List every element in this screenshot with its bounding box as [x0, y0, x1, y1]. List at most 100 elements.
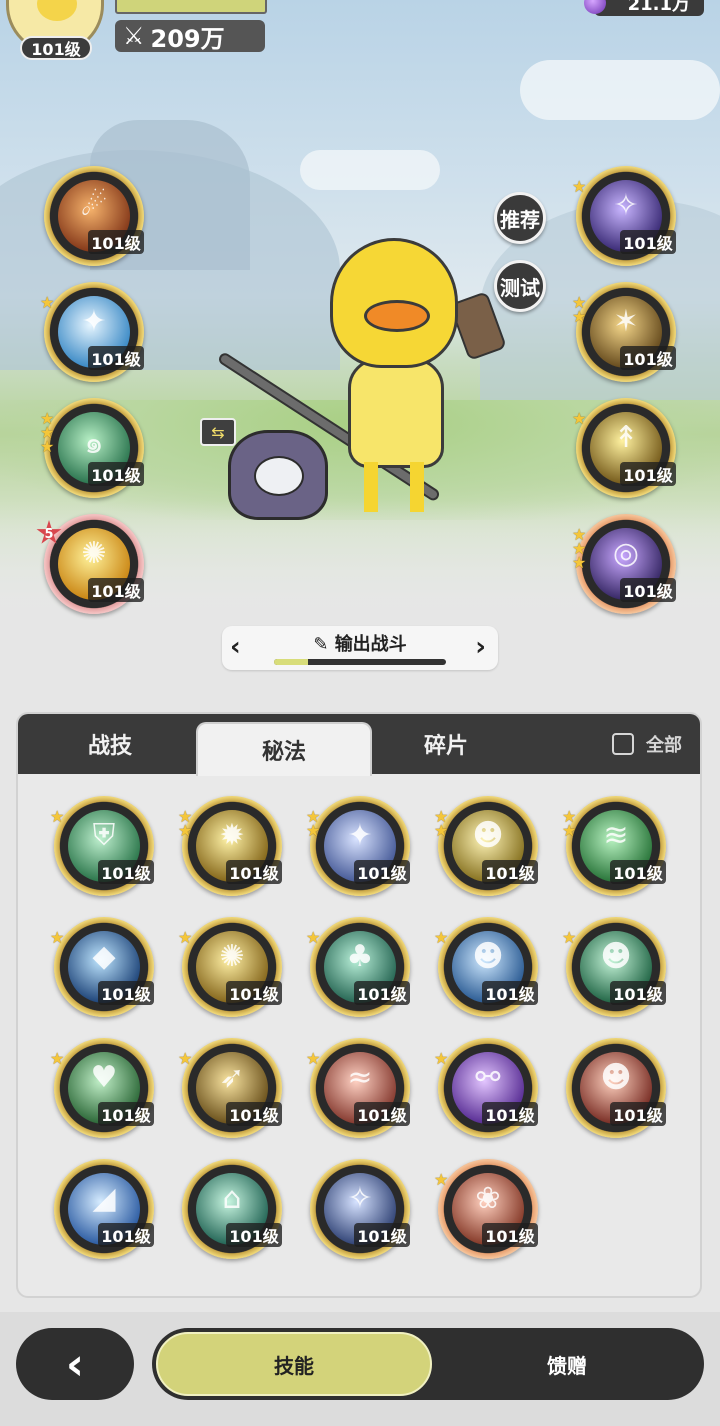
star-icon: ★: [178, 1049, 193, 1068]
skill-orb[interactable]: ♥ ★ 101级: [50, 1038, 154, 1138]
star-rating: ★: [50, 1051, 70, 1067]
star-rating: ★ ★: [562, 809, 582, 839]
star-rating: ★: [306, 1051, 326, 1067]
skill-orb[interactable]: ⛨ ★ 101级: [50, 796, 154, 896]
star-rating: ★: [306, 930, 326, 946]
skill-orb[interactable]: ⚯ ★ 101级: [434, 1038, 538, 1138]
star-icon: ★: [572, 177, 587, 196]
skill-orb[interactable]: ✺ 5 101级: [36, 514, 144, 614]
skill-orb[interactable]: ◎ ★ ★ ★ 101级: [572, 514, 676, 614]
star-rating: ★ ★: [178, 809, 198, 839]
skill-orb[interactable]: ◢ 101级: [54, 1159, 154, 1259]
skill-level: 101级: [98, 1223, 154, 1247]
skill-glyph-icon: ✺: [81, 536, 107, 571]
skill-orb[interactable]: ❀ ★ 101级: [434, 1159, 538, 1259]
skill-orb[interactable]: ✦ ★ ★ 101级: [306, 796, 410, 896]
back-button[interactable]: ‹: [16, 1328, 134, 1400]
main-character[interactable]: [330, 238, 460, 528]
character-legs: [364, 462, 424, 512]
skill-level: 101级: [620, 346, 676, 370]
skill-level: 101级: [610, 1102, 666, 1126]
skill-orb[interactable]: ♣ ★ 101级: [306, 917, 410, 1017]
star-rating: ★ ★ ★: [40, 411, 60, 455]
gifts-tab-button[interactable]: 馈赠: [452, 1328, 682, 1400]
skill-level: 101级: [226, 981, 282, 1005]
skill-glyph-icon: ◢: [92, 1181, 116, 1216]
tab-arcana[interactable]: 秘法: [196, 722, 372, 776]
star-rating: ★: [50, 807, 70, 826]
skill-orb[interactable]: ≋ ★ ★ 101级: [562, 796, 666, 896]
skill-level: 101级: [354, 1223, 410, 1247]
skill-orb[interactable]: ✹ ★ ★ 101级: [178, 796, 282, 896]
recommend-button[interactable]: 推荐: [494, 192, 546, 244]
bottom-bar: ‹ 技能 馈赠: [0, 1312, 720, 1426]
background-cloud: [520, 60, 720, 120]
skill-level: 101级: [98, 860, 154, 884]
chevron-left-icon: ‹: [65, 1338, 85, 1390]
star-rating: ★ ★ ★: [572, 527, 592, 571]
currency-counter[interactable]: 21.1万: [584, 0, 704, 16]
exp-bar: [115, 0, 267, 14]
tab-fragments[interactable]: 碎片: [358, 714, 534, 774]
skill-orb[interactable]: ✧ 101级: [310, 1159, 410, 1259]
star-icon: ★: [50, 928, 65, 947]
skill-level: 101级: [620, 230, 676, 254]
skills-tab-button[interactable]: 技能: [156, 1332, 432, 1396]
preset-label[interactable]: ✎ 输出战斗: [222, 630, 498, 656]
star-icon: ★: [306, 821, 321, 840]
star-rating: ★: [178, 1049, 198, 1068]
select-all-label: 全部: [646, 735, 682, 756]
star-rating: ★ ★: [434, 809, 454, 840]
skill-orb[interactable]: ↟ ★ 101级: [572, 398, 676, 498]
skill-orb[interactable]: ✺ ★ 101级: [178, 917, 282, 1017]
skill-orb[interactable]: ☻ 101级: [566, 1038, 666, 1138]
skill-orb[interactable]: ◆ ★ 101级: [50, 917, 154, 1017]
tab-combat-skills[interactable]: 战技: [22, 714, 198, 774]
character-body: [348, 358, 444, 468]
player-level: 101级: [20, 36, 92, 60]
star-icon: ★: [434, 1049, 449, 1068]
skill-orb[interactable]: ✦ ★ 101级: [40, 282, 144, 382]
preset-selector: ‹ › ✎ 输出战斗: [222, 626, 498, 670]
preset-name: 输出战斗: [334, 634, 407, 655]
skill-orb[interactable]: ☄ 101级: [44, 166, 144, 266]
pet-character[interactable]: [228, 420, 328, 530]
gem-icon: [584, 0, 606, 14]
skill-orb[interactable]: ☻ ★ 101级: [434, 917, 538, 1017]
swords-icon: ⚔: [123, 22, 145, 50]
skill-level: 101级: [226, 860, 282, 884]
select-all[interactable]: 全部: [612, 714, 682, 774]
star-rating: ★: [572, 409, 592, 428]
skill-level: 101级: [354, 981, 410, 1005]
test-button[interactable]: 测试: [494, 260, 546, 312]
skill-level: 101级: [610, 981, 666, 1005]
skill-orb[interactable]: ≈ ★ 101级: [306, 1038, 410, 1138]
skill-level: 101级: [88, 346, 144, 370]
skill-orb[interactable]: ✶ ★ ★ 101级: [572, 282, 676, 382]
star-icon: ★: [50, 807, 65, 826]
combat-power-value: 209万: [150, 24, 225, 53]
skill-orb[interactable]: ✧ ★ 101级: [572, 166, 676, 266]
skill-orb[interactable]: ๑ ★ ★ ★ 101级: [40, 398, 144, 498]
select-all-checkbox[interactable]: [612, 733, 634, 755]
skill-level: 101级: [354, 1102, 410, 1126]
preset-progress: [274, 659, 446, 665]
star-rating: ★: [178, 930, 198, 946]
star-rating: ★: [50, 928, 70, 947]
star-icon: ★: [434, 821, 449, 840]
skill-orb[interactable]: ⌂ 101级: [182, 1159, 282, 1259]
skill-level: 101级: [482, 860, 538, 884]
star-icon: ★: [562, 928, 577, 947]
tab-bar: 战技 秘法 碎片 全部: [18, 714, 700, 776]
skill-glyph-icon: ☄: [80, 188, 108, 223]
skill-orb[interactable]: ➶ ★ 101级: [178, 1038, 282, 1138]
star-icon: ★: [572, 307, 587, 326]
skill-orb[interactable]: ☻ ★ 101级: [562, 917, 666, 1017]
avatar-face: [37, 0, 77, 21]
edit-icon: ✎: [313, 634, 329, 655]
swap-icon[interactable]: ⇆: [200, 418, 236, 446]
star-icon: ★: [572, 409, 587, 428]
skill-level: 101级: [88, 578, 144, 602]
battle-scene: 101级 ⚔ 209万 21.1万 ☄ 101级 ✦ ★ 101级๑ ★ ★ ★ 101级 ✺ 5 1…: [0, 0, 720, 620]
skill-orb[interactable]: ☻ ★ ★ 101级: [434, 796, 538, 896]
